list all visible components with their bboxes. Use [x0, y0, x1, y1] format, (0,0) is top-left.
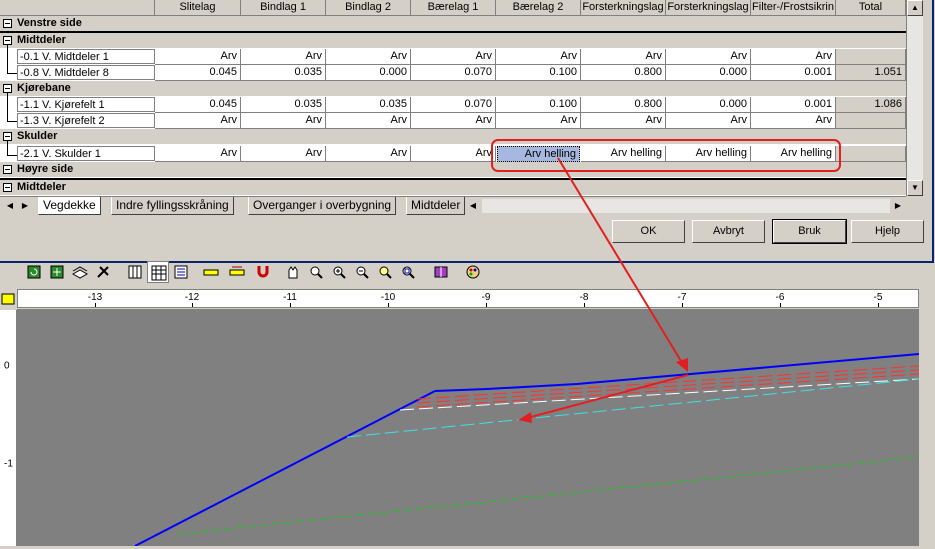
arrow-head	[518, 412, 532, 423]
highlight-box	[491, 139, 841, 172]
arrow-line	[526, 374, 689, 419]
arrow-head	[676, 358, 688, 372]
annotation-overlay	[491, 139, 841, 423]
arrow-line	[557, 157, 685, 367]
